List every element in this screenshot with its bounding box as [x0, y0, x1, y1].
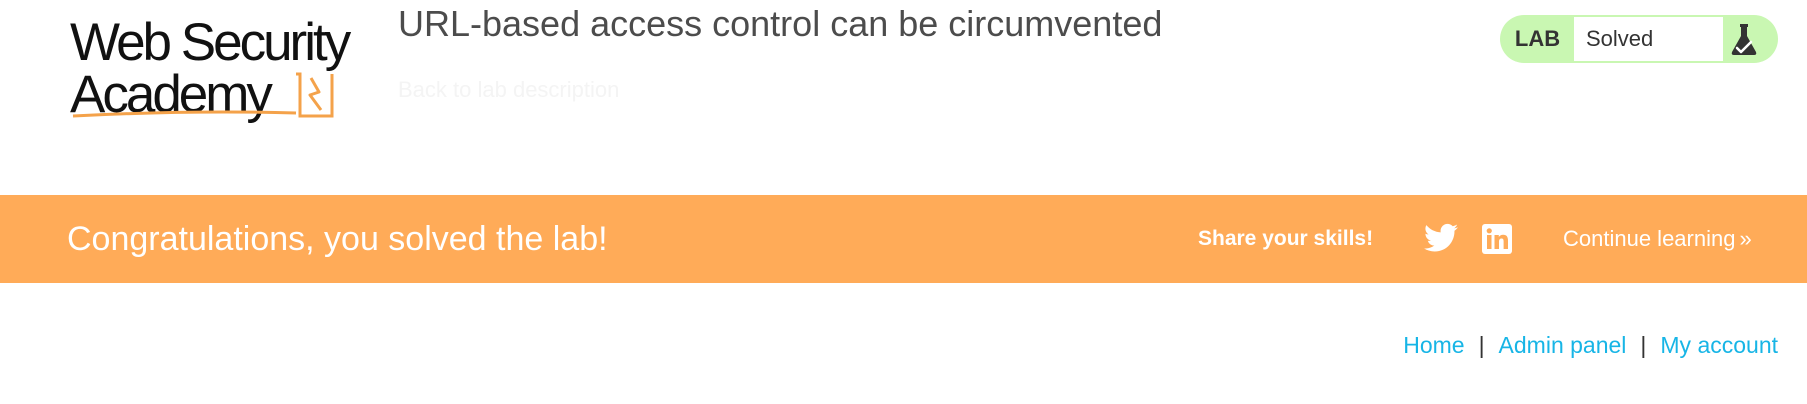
lab-title: URL-based access control can be circumve… [398, 3, 1163, 44]
my-account-link[interactable]: My account [1660, 332, 1778, 358]
lab-status-label: LAB [1514, 26, 1561, 51]
twitter-icon[interactable] [1424, 223, 1458, 253]
nav-separator: | [1478, 332, 1485, 358]
banner-message: Congratulations, you solved the lab! [67, 220, 608, 258]
page: Web Security Academy URL-based access co… [0, 0, 1807, 404]
double-chevron-right-icon: » [1739, 226, 1752, 251]
lab-status-value: Solved [1574, 17, 1723, 61]
admin-panel-link[interactable]: Admin panel [1499, 332, 1627, 358]
flask-icon [1731, 24, 1757, 55]
back-to-lab-description-link[interactable]: Back to lab description [398, 77, 619, 103]
academy-logo[interactable]: Web Security Academy [70, 12, 380, 122]
nav-separator: | [1640, 332, 1647, 358]
continue-learning-link[interactable]: Continue learning» [1563, 195, 1752, 283]
linkedin-icon[interactable] [1482, 224, 1512, 254]
continue-learning-label: Continue learning [1563, 226, 1736, 251]
congratulations-banner: Congratulations, you solved the lab! Sha… [0, 195, 1807, 283]
home-link[interactable]: Home [1403, 332, 1464, 358]
top-links: Home | Admin panel | My account [1403, 330, 1778, 360]
logo-lightning-icon [72, 72, 334, 118]
share-skills-label: Share your skills! [1198, 227, 1374, 250]
